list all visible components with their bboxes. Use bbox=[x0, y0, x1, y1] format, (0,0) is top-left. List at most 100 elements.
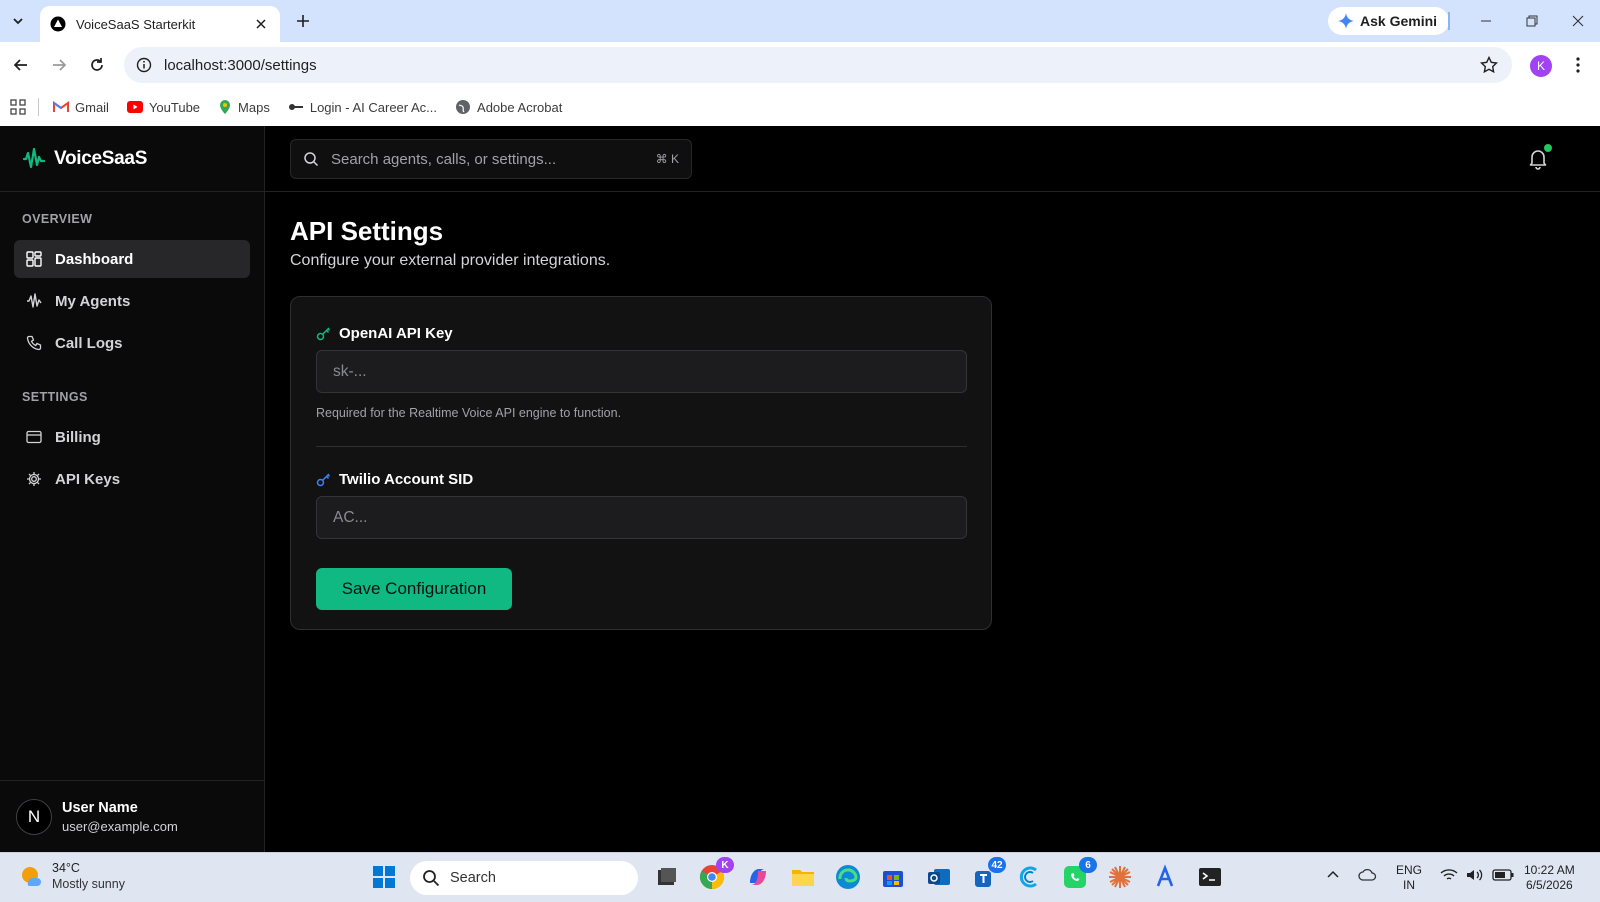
taskbar-search[interactable]: Search bbox=[410, 861, 638, 895]
tab-search-button[interactable] bbox=[6, 9, 30, 33]
weather-widget[interactable]: 34°C Mostly sunny bbox=[18, 861, 125, 891]
openai-api-key-input[interactable] bbox=[316, 350, 967, 393]
global-search[interactable]: ⌘ K bbox=[290, 139, 692, 179]
close-window-button[interactable] bbox=[1568, 11, 1588, 31]
bookmark-youtube[interactable]: YouTube bbox=[126, 100, 200, 115]
arrow-left-icon bbox=[13, 59, 27, 71]
tray-network-volume-battery[interactable] bbox=[1440, 868, 1514, 882]
whatsapp-notification-badge: 6 bbox=[1079, 857, 1097, 873]
taskbar-search-label: Search bbox=[450, 870, 496, 886]
clock[interactable]: 10:22 AM 6/5/2026 bbox=[1524, 863, 1575, 893]
task-view-button[interactable] bbox=[653, 863, 681, 891]
sidebar-item-billing[interactable]: Billing bbox=[14, 418, 250, 456]
sidebar-item-label: Dashboard bbox=[55, 250, 134, 268]
restore-button[interactable] bbox=[1522, 11, 1542, 31]
save-configuration-button[interactable]: Save Configuration bbox=[316, 568, 512, 610]
restore-icon bbox=[1526, 15, 1538, 27]
input-language[interactable]: ENG IN bbox=[1396, 863, 1422, 893]
close-icon bbox=[1572, 15, 1584, 27]
search-input[interactable] bbox=[331, 150, 631, 168]
terminal-icon bbox=[1199, 868, 1221, 886]
chevron-down-icon bbox=[13, 18, 23, 25]
taskbar-teams[interactable]: 42 bbox=[970, 857, 1006, 891]
address-bar[interactable]: localhost:3000/settings bbox=[124, 47, 1512, 83]
gmail-icon bbox=[53, 101, 69, 112]
twilio-sid-label: Twilio Account SID bbox=[316, 471, 473, 488]
volume-icon bbox=[1467, 869, 1483, 881]
bookmark-login-ai-career[interactable]: Login - AI Career Ac... bbox=[288, 100, 437, 115]
taskbar-file-explorer[interactable] bbox=[789, 863, 817, 891]
gear-icon bbox=[27, 472, 41, 486]
taskbar-app-c[interactable] bbox=[1016, 863, 1044, 891]
clock-time: 10:22 AM bbox=[1524, 863, 1575, 877]
key-icon bbox=[316, 327, 331, 341]
new-tab-button[interactable] bbox=[293, 11, 313, 31]
credit-card-icon bbox=[26, 430, 42, 444]
sidebar-item-label: Call Logs bbox=[55, 334, 123, 352]
taskbar-outlook[interactable] bbox=[925, 863, 953, 891]
page-subtitle: Configure your external provider integra… bbox=[290, 252, 611, 269]
taskbar-chrome[interactable]: K bbox=[698, 857, 734, 891]
edge-icon bbox=[836, 865, 860, 889]
openai-key-label-text: OpenAI API Key bbox=[339, 325, 453, 342]
tab-close-button[interactable] bbox=[252, 15, 270, 33]
field-divider bbox=[316, 446, 967, 447]
bookmark-star-icon[interactable] bbox=[1480, 56, 1498, 74]
taskbar-whatsapp[interactable]: 6 bbox=[1061, 857, 1097, 891]
browser-menu-button[interactable] bbox=[1568, 55, 1588, 75]
site-info-icon[interactable] bbox=[136, 57, 152, 73]
taskbar-store[interactable] bbox=[879, 863, 907, 891]
minimize-button[interactable] bbox=[1476, 11, 1496, 31]
youtube-icon bbox=[126, 101, 143, 113]
weather-temperature: 34°C bbox=[52, 861, 80, 875]
sidebar-item-dashboard[interactable]: Dashboard bbox=[14, 240, 250, 278]
app-a-icon bbox=[1156, 864, 1174, 887]
browser-tab[interactable]: VoiceSaaS Starterkit bbox=[40, 6, 280, 42]
language-region: IN bbox=[1403, 878, 1415, 892]
brand-logo[interactable]: VoiceSaaS bbox=[0, 126, 264, 192]
apps-grid-icon[interactable] bbox=[10, 99, 26, 115]
sidebar-item-label: API Keys bbox=[55, 470, 121, 488]
sidebar-item-my-agents[interactable]: My Agents bbox=[14, 282, 250, 320]
bookmark-gmail[interactable]: Gmail bbox=[53, 100, 109, 115]
taskbar-claude[interactable] bbox=[1106, 863, 1134, 891]
top-bar: ⌘ K bbox=[265, 126, 1600, 192]
bookmark-maps[interactable]: Maps bbox=[218, 99, 270, 115]
bookmark-label: Login - AI Career Ac... bbox=[309, 99, 438, 115]
profile-avatar[interactable]: K bbox=[1530, 55, 1552, 77]
sidebar-item-call-logs[interactable]: Call Logs bbox=[14, 324, 250, 362]
app-c-icon bbox=[1019, 866, 1037, 888]
taskbar-app-a[interactable] bbox=[1151, 863, 1179, 891]
ask-gemini-button[interactable]: Ask Gemini bbox=[1328, 7, 1450, 35]
api-settings-card: OpenAI API Key Required for the Realtime… bbox=[290, 296, 992, 630]
bookmark-adobe-acrobat[interactable]: Adobe Acrobat bbox=[455, 99, 562, 115]
tab-title: VoiceSaaS Starterkit bbox=[76, 16, 196, 32]
clock-date: 6/5/2026 bbox=[1525, 878, 1573, 892]
taskbar-edge[interactable] bbox=[834, 863, 862, 891]
plus-icon bbox=[297, 15, 309, 27]
link-icon bbox=[288, 104, 303, 110]
notifications-button[interactable] bbox=[1526, 144, 1552, 170]
taskbar-terminal[interactable] bbox=[1196, 863, 1224, 891]
tray-overflow-button[interactable] bbox=[1326, 868, 1340, 882]
start-button[interactable] bbox=[370, 863, 398, 891]
voicesaas-app: VoiceSaaS OVERVIEW Dashboard My Agents C… bbox=[0, 126, 1600, 852]
back-button[interactable] bbox=[10, 54, 32, 76]
tray-onedrive[interactable] bbox=[1358, 867, 1378, 883]
browser-toolbar: localhost:3000/settings K bbox=[0, 42, 1600, 88]
taskbar-copilot[interactable] bbox=[744, 863, 772, 891]
sidebar-item-api-keys[interactable]: API Keys bbox=[14, 460, 250, 498]
url-text[interactable]: localhost:3000/settings bbox=[164, 57, 317, 74]
waveform-logo-icon bbox=[22, 147, 46, 168]
close-icon bbox=[256, 19, 266, 29]
store-icon bbox=[883, 871, 903, 887]
language-code: ENG bbox=[1396, 863, 1423, 877]
user-name: User Name bbox=[62, 799, 138, 816]
user-email: user@example.com bbox=[62, 818, 178, 834]
reload-button[interactable] bbox=[86, 54, 108, 76]
user-profile[interactable]: N User Name user@example.com bbox=[0, 780, 264, 852]
twilio-account-sid-input[interactable] bbox=[316, 496, 967, 539]
bookmarks-bar: Gmail YouTube Maps Login - AI Career Ac.… bbox=[0, 88, 1600, 126]
forward-button[interactable] bbox=[48, 54, 70, 76]
chrome-profile-badge: K bbox=[716, 857, 734, 873]
